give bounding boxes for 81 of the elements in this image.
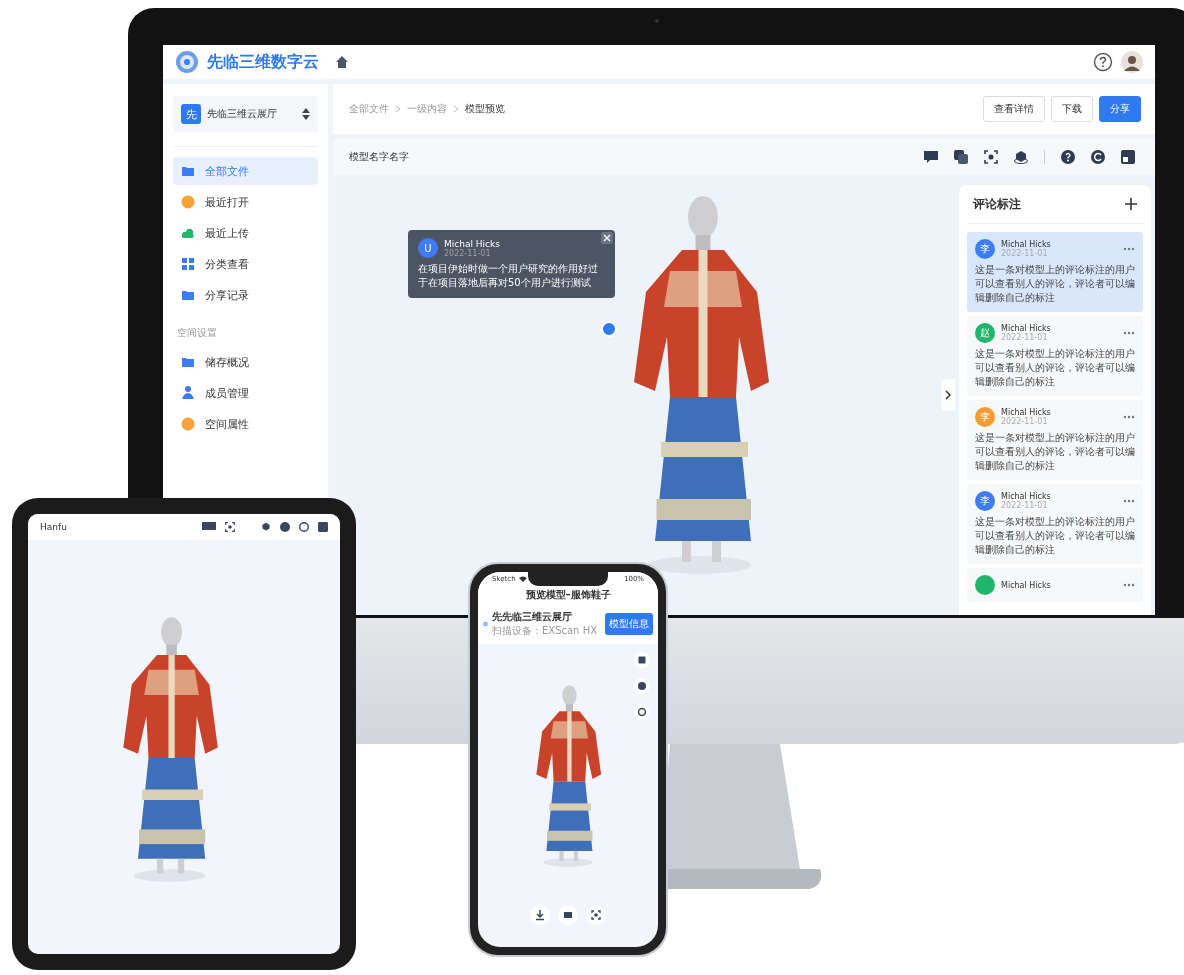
comment-card[interactable]: 李 Michal Hicks 2022-11-01 这是一条对模型上的评论标注的用户可以查看别人的评论，评论者可以编辑删除自己的标注 [967, 400, 1143, 480]
comment-text: 这是一条对模型上的评论标注的用户可以查看别人的评论，评论者可以编辑删除自己的标注 [975, 431, 1135, 473]
app-title: 先临三维数字云 [207, 51, 319, 73]
comment-text: 这是一条对模型上的评论标注的用户可以查看别人的评论，评论者可以编辑删除自己的标注 [975, 515, 1135, 557]
comment-date: 2022-11-01 [1001, 417, 1049, 426]
grid-icon [181, 257, 195, 271]
workspace-badge: 先 [181, 104, 201, 124]
comment-card[interactable]: 李 Michal Hicks 2022-11-01 这是一条对模型上的评论标注的用户可以查看别人的评论，评论者可以编辑删除自己的标注 [967, 232, 1143, 312]
cube-icon[interactable] [261, 522, 271, 532]
model-name: 模型名字名字 [349, 150, 409, 164]
device-label: 扫描设备：EXScan HX [491, 624, 597, 638]
comment-icon[interactable] [202, 522, 216, 532]
panel-title: 评论标注 [973, 195, 1021, 213]
upload-icon [181, 226, 195, 240]
user-avatar: U [418, 238, 438, 258]
plus-icon[interactable] [1125, 198, 1137, 210]
workspace-selector[interactable]: 先 先临三维云展厅 [173, 96, 318, 132]
user-name: Michal Hicks [1001, 240, 1051, 249]
sidebar-item[interactable]: 全部文件 [173, 157, 318, 185]
user-name: Michal Hicks [1001, 324, 1051, 333]
scan-icon[interactable] [984, 150, 998, 164]
layers-icon[interactable] [954, 150, 968, 164]
comment-date: 2022-11-01 [1001, 501, 1049, 510]
annotation-pin[interactable] [601, 321, 617, 337]
user-name: Michal Hicks [1001, 580, 1051, 590]
toolbar-button[interactable]: 查看详情 [983, 96, 1045, 122]
download-icon[interactable] [530, 905, 550, 925]
comment-date: 2022-11-01 [1001, 333, 1049, 342]
user-name: Michal Hicks [1001, 408, 1051, 417]
user-avatar-icon[interactable] [1121, 51, 1143, 73]
toolbar-button[interactable]: 下载 [1051, 96, 1093, 122]
close-icon[interactable] [601, 232, 613, 244]
sidebar-item[interactable]: 分类查看 [173, 250, 318, 278]
home-icon[interactable] [335, 55, 349, 69]
comment-card[interactable]: 李 Michal Hicks 2022-11-01 这是一条对模型上的评论标注的用户可以查看别人的评论，评论者可以编辑删除自己的标注 [967, 484, 1143, 564]
model-info-button[interactable]: 模型信息 [605, 613, 653, 635]
sort-caret-icon [302, 108, 310, 120]
annotation-text: 在项目伊始时做一个用户研究的作用好过于在项目落地后再对50个用户进行测试 [418, 262, 599, 290]
scan-icon[interactable] [586, 905, 606, 925]
user-name: Michal Hicks [1001, 492, 1051, 501]
sidebar-item[interactable]: 最近打开 [173, 188, 318, 216]
model-title: Hanfu [40, 522, 67, 532]
cube-icon[interactable] [1014, 150, 1028, 164]
wifi-icon [518, 576, 527, 582]
more-icon[interactable] [1123, 583, 1135, 587]
brand-name: 先先临三维云展厅 [491, 610, 573, 624]
user-avatar: 赵 [975, 323, 995, 343]
more-icon[interactable] [1123, 415, 1135, 419]
user-avatar: 李 [975, 407, 995, 427]
comment-icon[interactable] [924, 151, 938, 163]
more-icon[interactable] [1123, 247, 1135, 251]
globe-logo-icon [175, 50, 199, 74]
comment-text: 这是一条对模型上的评论标注的用户可以查看别人的评论，评论者可以编辑删除自己的标注 [975, 347, 1135, 389]
more-icon[interactable] [1123, 331, 1135, 335]
workspace-name: 先临三维云展厅 [207, 107, 278, 121]
chevron-icon [453, 105, 459, 113]
chevron-right-icon [945, 390, 951, 400]
user-avatar: 李 [975, 239, 995, 259]
user-name: Michal Hicks [444, 238, 500, 249]
breadcrumb-link[interactable]: 模型预览 [465, 102, 505, 116]
sidebar-item[interactable]: 分享记录 [173, 281, 318, 309]
comment-date: 2022-11-01 [1001, 249, 1049, 258]
sidebar-item[interactable]: 储存概况 [173, 348, 318, 376]
people-icon [181, 386, 195, 400]
comment-text: 这是一条对模型上的评论标注的用户可以查看别人的评论，评论者可以编辑删除自己的标注 [975, 263, 1135, 305]
comment-icon[interactable] [558, 905, 578, 925]
comment-card[interactable]: Michal Hicks [967, 568, 1143, 602]
comment-card[interactable]: 赵 Michal Hicks 2022-11-01 这是一条对模型上的评论标注的用户可以查看别人的评论，评论者可以编辑删除自己的标注 [967, 316, 1143, 396]
sidebar-item[interactable]: 成员管理 [173, 379, 318, 407]
page-title: 预览模型–服饰鞋子 [478, 586, 658, 606]
section-label: 空间设置 [177, 326, 218, 340]
sidebar-item[interactable]: 最近上传 [173, 219, 318, 247]
comment-date: 2022-11-01 [444, 248, 492, 258]
chevron-icon [395, 105, 401, 113]
share-button[interactable]: 分享 [1099, 96, 1141, 122]
user-avatar: 李 [975, 491, 995, 511]
more-icon[interactable] [1123, 499, 1135, 503]
scan-icon[interactable] [225, 522, 235, 532]
sidebar-item[interactable]: 空间属性 [173, 410, 318, 438]
folder-icon [181, 164, 195, 178]
collapse-tab[interactable] [941, 379, 955, 411]
